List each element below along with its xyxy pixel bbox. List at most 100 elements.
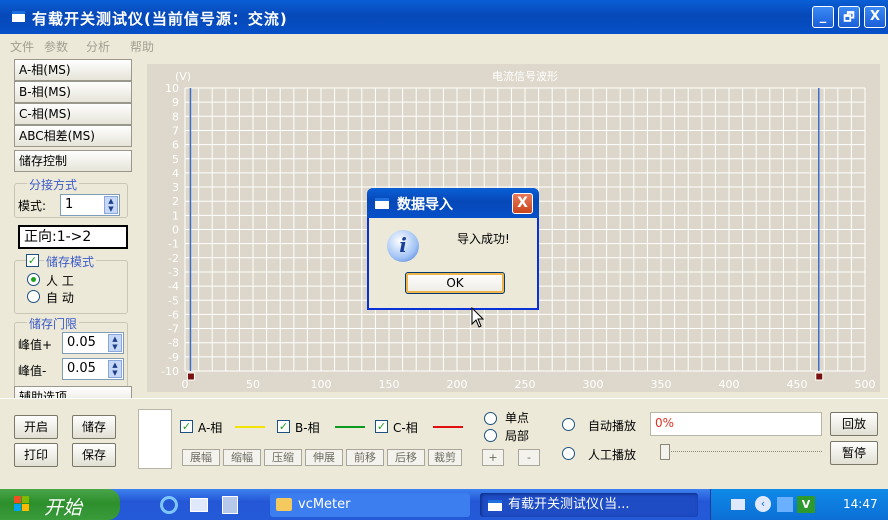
radio-auto[interactable] — [27, 290, 40, 303]
minimize-button[interactable]: _ — [812, 6, 834, 28]
expand-amplitude-button[interactable]: 展幅 — [182, 449, 220, 466]
auto-play-label: 自动播放 — [588, 419, 637, 433]
phase-b-label: B-相 — [295, 421, 320, 435]
task-vcmeter-label: vcMeter — [298, 497, 351, 512]
mode-value: 1 — [65, 197, 74, 212]
menu-params[interactable]: 参数 — [44, 38, 68, 55]
store-mode-label: 储存模式 — [44, 253, 97, 270]
ie-icon[interactable] — [160, 496, 178, 514]
y-tick-label: 3 — [172, 181, 179, 194]
x-tick-label: 100 — [311, 378, 332, 391]
vc-icon[interactable]: V — [797, 496, 815, 513]
progress-percent: 0% — [655, 416, 675, 430]
print-button[interactable]: 打印 — [14, 443, 58, 467]
close-button[interactable]: X — [864, 6, 886, 28]
split-mode-legend: 分接方式 — [27, 176, 80, 193]
store-button[interactable]: 储存 — [72, 415, 116, 439]
y-tick-label: -5 — [168, 294, 179, 307]
phase-b-checkbox[interactable]: ✓ — [277, 420, 290, 433]
nav-abc-diff[interactable]: ABC相差(MS) — [14, 125, 132, 147]
x-tick-label: 350 — [651, 378, 672, 391]
window-title: 有载开关测试仪(当前信号源：交流) — [32, 10, 288, 28]
network-icon[interactable] — [777, 497, 793, 512]
y-tick-label: -10 — [161, 365, 179, 378]
phase-c-swatch — [433, 426, 463, 428]
compress-button[interactable]: 压缩 — [264, 449, 302, 466]
y-tick-label: -7 — [168, 323, 179, 336]
local-label: 局部 — [505, 429, 530, 443]
stretch-button[interactable]: 伸展 — [305, 449, 343, 466]
spin-arrows-icon[interactable]: ▲ ▼ — [104, 196, 118, 214]
phase-a-swatch — [235, 426, 265, 428]
peak-plus-spinbox[interactable]: 0.05 ▲ ▼ — [62, 332, 124, 354]
task-vcmeter[interactable]: vcMeter — [270, 493, 470, 517]
nav-store-control[interactable]: 储存控制 — [14, 150, 132, 172]
task-tester[interactable]: 有载开关测试仪(当... — [480, 493, 698, 517]
phase-c-checkbox[interactable]: ✓ — [375, 420, 388, 433]
chart-title: 电流信号波形 — [492, 69, 558, 83]
nav-c-phase[interactable]: C-相(MS) — [14, 103, 132, 125]
menu-bar: 文件 参数 分析 帮助 — [0, 34, 888, 56]
radio-local[interactable] — [484, 429, 497, 442]
minus-button[interactable]: - — [518, 449, 540, 466]
phase-b-swatch — [335, 426, 365, 428]
menu-file[interactable]: 文件 — [10, 38, 34, 55]
y-tick-label: 7 — [172, 124, 179, 137]
desktop-icon[interactable] — [190, 498, 208, 512]
y-axis-unit: (V) — [175, 70, 191, 83]
back-arrow-icon[interactable]: ‹ — [755, 496, 771, 512]
y-tick-label: 8 — [172, 110, 179, 123]
restore-button[interactable]: 🗗 — [838, 6, 860, 28]
radio-manual-label: 人 工 — [46, 274, 74, 288]
save-button[interactable]: 保存 — [72, 443, 116, 467]
store-mode-checkbox[interactable]: ✓ — [26, 254, 39, 267]
play-slider-thumb[interactable] — [660, 444, 670, 460]
nav-a-phase[interactable]: A-相(MS) — [14, 59, 132, 81]
y-tick-label: -1 — [168, 238, 179, 251]
x-tick-label: 50 — [246, 378, 260, 391]
radio-auto-play[interactable] — [562, 418, 575, 431]
start-label: 开始 — [44, 497, 83, 519]
move-forward-button[interactable]: 前移 — [346, 449, 384, 466]
keyboard-icon[interactable] — [731, 499, 745, 510]
y-tick-label: -9 — [168, 351, 179, 364]
title-bar: 有载开关测试仪(当前信号源：交流) _ 🗗 X — [0, 0, 888, 34]
media-icon[interactable] — [222, 496, 238, 514]
y-tick-label: -4 — [168, 280, 179, 293]
bottom-controls: 开启 储存 打印 保存 ✓ A-相 ✓ B-相 ✓ C-相 展幅 缩幅 压缩 伸… — [0, 398, 888, 472]
color-preview — [138, 409, 172, 469]
radio-single-point[interactable] — [484, 412, 497, 425]
radio-manual[interactable] — [27, 273, 40, 286]
radio-auto-label: 自 动 — [46, 291, 74, 305]
spin-arrows-icon[interactable]: ▲ ▼ — [108, 360, 122, 378]
dialog-close-button[interactable]: X — [512, 193, 533, 214]
y-tick-label: 4 — [172, 167, 179, 180]
crop-button[interactable]: 裁剪 — [428, 449, 462, 466]
move-back-button[interactable]: 后移 — [387, 449, 425, 466]
peak-plus-label: 峰值+ — [18, 338, 53, 352]
replay-button[interactable]: 回放 — [830, 412, 878, 436]
x-tick-label: 400 — [719, 378, 740, 391]
dialog-title: 数据导入 — [397, 197, 453, 213]
threshold-legend: 储存门限 — [27, 315, 80, 332]
phase-a-checkbox[interactable]: ✓ — [180, 420, 193, 433]
radio-manual-play[interactable] — [562, 447, 575, 460]
pause-button[interactable]: 暂停 — [830, 441, 878, 465]
nav-b-phase[interactable]: B-相(MS) — [14, 81, 132, 103]
peak-minus-spinbox[interactable]: 0.05 ▲ ▼ — [62, 358, 124, 380]
spin-arrows-icon[interactable]: ▲ ▼ — [108, 334, 122, 352]
plus-button[interactable]: + — [482, 449, 504, 466]
x-tick-label: 500 — [855, 378, 876, 391]
play-slider-track[interactable] — [660, 451, 822, 455]
open-button[interactable]: 开启 — [14, 415, 58, 439]
shrink-amplitude-button[interactable]: 缩幅 — [223, 449, 261, 466]
start-button[interactable]: 开始 — [0, 489, 120, 520]
menu-analysis[interactable]: 分析 — [86, 38, 110, 55]
y-tick-label: 10 — [165, 82, 179, 95]
ok-button[interactable]: OK — [405, 272, 505, 294]
cursor-marker — [815, 372, 824, 381]
menu-help[interactable]: 帮助 — [130, 38, 154, 55]
folder-icon — [276, 498, 292, 511]
mode-spinbox[interactable]: 1 ▲ ▼ — [60, 194, 120, 216]
y-tick-label: 2 — [172, 195, 179, 208]
